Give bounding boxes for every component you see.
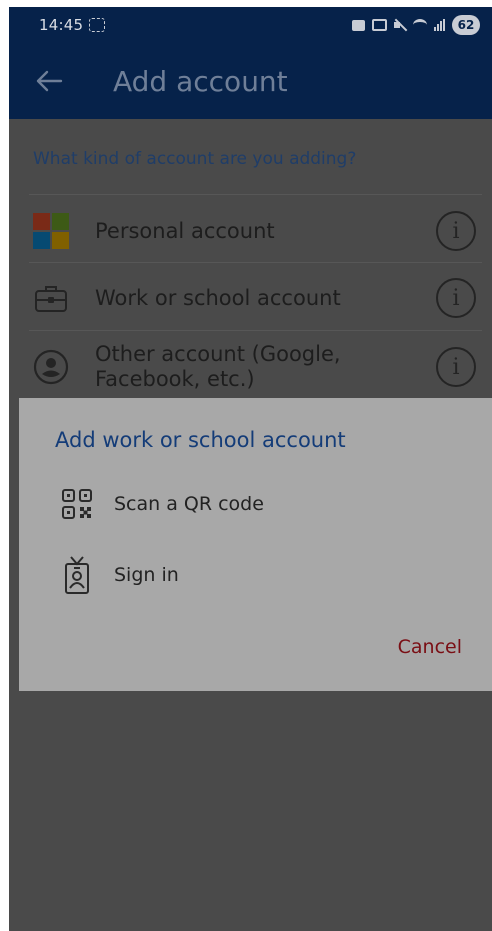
- other-account-info-button[interactable]: i: [436, 347, 476, 387]
- account-type-prompt: What kind of account are you adding?: [33, 149, 357, 169]
- divider: [29, 194, 482, 195]
- signal-icon: [434, 19, 445, 31]
- other-account-label-line2: Facebook, etc.): [95, 367, 255, 391]
- personal-account-row[interactable]: Personal account i: [9, 197, 492, 265]
- other-account-label: Other account (Google, Facebook, etc.): [95, 342, 341, 392]
- status-icons: 62: [352, 15, 480, 35]
- microsoft-logo-icon: [31, 211, 71, 251]
- battery-indicator: 62: [452, 15, 480, 35]
- cast-icon: [372, 19, 387, 31]
- app-bar: Add account: [9, 43, 492, 119]
- personal-account-info-button[interactable]: i: [436, 211, 476, 251]
- status-bar: 14:45 62: [9, 7, 492, 43]
- screen: 14:45 62 Add account What kind of accoun…: [9, 7, 492, 931]
- screenshot-frame-icon: [89, 18, 106, 32]
- arrow-left-icon: [36, 70, 63, 92]
- media-icon: [352, 19, 365, 31]
- divider: [29, 330, 482, 331]
- sign-in-label: Sign in: [114, 564, 179, 586]
- work-account-label: Work or school account: [95, 285, 341, 310]
- back-button[interactable]: [25, 57, 73, 105]
- dialog-title: Add work or school account: [55, 428, 346, 452]
- qr-code-icon: [59, 484, 95, 524]
- add-work-account-dialog: Add work or school account Scan a QR cod…: [19, 398, 492, 691]
- scan-qr-code-option[interactable]: Scan a QR code: [19, 476, 492, 532]
- other-account-label-line1: Other account (Google,: [95, 342, 341, 366]
- work-account-info-button[interactable]: i: [436, 278, 476, 318]
- work-account-row[interactable]: Work or school account i: [9, 264, 492, 332]
- person-circle-icon: [31, 347, 71, 387]
- id-badge-icon: [59, 555, 95, 595]
- sign-in-option[interactable]: Sign in: [19, 547, 492, 603]
- cancel-button[interactable]: Cancel: [398, 636, 462, 658]
- status-time: 14:45: [39, 16, 84, 34]
- page-title: Add account: [113, 64, 288, 98]
- briefcase-icon: [31, 278, 71, 318]
- other-account-row[interactable]: Other account (Google, Facebook, etc.) i: [9, 333, 492, 401]
- wifi-icon: [413, 19, 427, 31]
- divider: [29, 262, 482, 263]
- scan-qr-code-label: Scan a QR code: [114, 493, 264, 515]
- personal-account-label: Personal account: [95, 218, 275, 243]
- mute-icon: [394, 19, 406, 31]
